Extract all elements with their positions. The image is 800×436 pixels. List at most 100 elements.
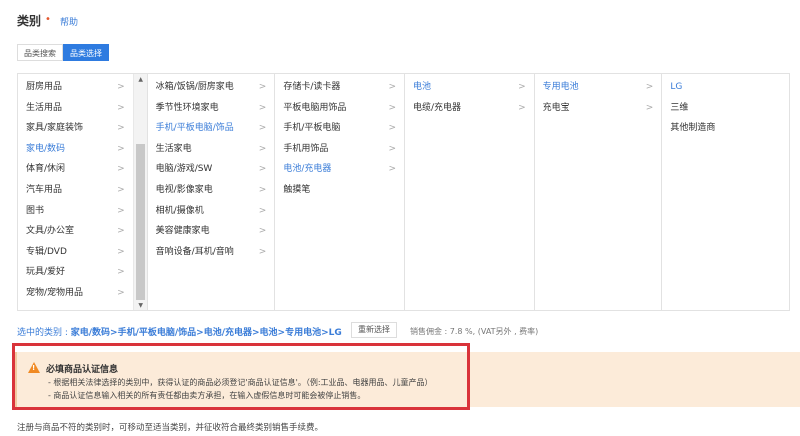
category-item[interactable]: 平板电脑用饰品 > bbox=[275, 101, 404, 122]
category-item[interactable]: 存储卡/读卡器 > bbox=[275, 80, 404, 101]
scrollbar-thumb[interactable] bbox=[135, 144, 145, 300]
chevron-right-icon: > bbox=[645, 102, 654, 113]
category-item-label: 生活家电 bbox=[155, 143, 192, 154]
category-item[interactable]: 季节性环境家电 > bbox=[148, 101, 275, 122]
category-item[interactable]: 手机用饰品 > bbox=[275, 142, 404, 163]
category-item-label: 触摸笔 bbox=[283, 184, 311, 195]
chevron-right-icon: > bbox=[117, 82, 125, 92]
category-item-label: 汽车用品 bbox=[26, 184, 63, 195]
category-item-label: 手机/平板电脑/饰品 bbox=[155, 123, 234, 134]
chevron-right-icon: > bbox=[117, 205, 125, 216]
sales-commission: 销售佣金 : 7.8 %, (VAT另外 , 费率) bbox=[410, 327, 539, 336]
category-item[interactable]: 体育/休闲 > bbox=[18, 162, 147, 183]
category-item[interactable]: 文具/办公室 > bbox=[18, 224, 147, 245]
category-item[interactable]: 手机/平板电脑/饰品 > bbox=[148, 121, 275, 142]
category-item-label: LG bbox=[670, 82, 683, 92]
category-item[interactable]: 相机/摄像机 > bbox=[148, 204, 275, 225]
category-item-label: 季节性环境家电 bbox=[155, 102, 219, 113]
category-item[interactable]: 美容健康家电 > bbox=[148, 224, 275, 245]
category-item[interactable]: 电视/影像家电 > bbox=[148, 183, 275, 204]
category-picker: 厨房用品 > 生活用品 > 家具/家庭装饰 > 家电/数码 > 体育/休闲 > 汽车用品 > 图书 > 文具… bbox=[17, 73, 790, 311]
category-column-1: 厨房用品 > 生活用品 > 家具/家庭装饰 > 家电/数码 > 体育/休闲 > 汽车用品 > 图书 > 文具… bbox=[18, 74, 148, 310]
category-item[interactable]: 生活用品 > bbox=[18, 101, 147, 122]
category-column-4: 电池 > 电缆/充电器 > bbox=[405, 74, 535, 310]
chevron-right-icon: > bbox=[388, 82, 396, 92]
reselect-button[interactable]: 重新选择 bbox=[351, 322, 397, 338]
category-item[interactable]: 充电宝 > bbox=[535, 101, 662, 122]
category-item[interactable]: 厨房用品 > bbox=[18, 80, 147, 101]
category-item-label: 充电宝 bbox=[542, 102, 570, 113]
category-item-label: 家具/家庭装饰 bbox=[26, 123, 84, 134]
chevron-right-icon: > bbox=[388, 102, 396, 113]
category-item-label: 存储卡/读卡器 bbox=[283, 82, 341, 92]
category-item[interactable]: 电缆/充电器 > bbox=[405, 101, 534, 122]
chevron-right-icon: > bbox=[258, 82, 267, 92]
category-item-label: 相机/摄像机 bbox=[155, 205, 204, 216]
category-item[interactable]: 生活家电 > bbox=[148, 142, 275, 163]
chevron-right-icon: > bbox=[117, 184, 125, 195]
help-link[interactable]: 帮助 bbox=[60, 15, 78, 28]
category-item[interactable]: 图书 > bbox=[18, 204, 147, 225]
category-item[interactable]: 专辑/DVD > bbox=[18, 245, 147, 266]
category-item[interactable]: 汽车用品 > bbox=[18, 183, 147, 204]
chevron-right-icon: > bbox=[645, 82, 654, 92]
category-item[interactable]: LG bbox=[662, 80, 789, 101]
category-item-label: 文具/办公室 bbox=[26, 226, 75, 237]
scroll-down-icon[interactable]: ▼ bbox=[134, 302, 148, 309]
category-item[interactable]: 电池/充电器 > bbox=[275, 162, 404, 183]
chevron-right-icon: > bbox=[388, 164, 396, 175]
category-item[interactable]: 家具/家庭装饰 > bbox=[18, 121, 147, 142]
category-tabs: 品类搜索 品类选择 bbox=[17, 44, 109, 61]
scrollbar[interactable]: ▲ ▼ bbox=[132, 74, 148, 310]
category-item-label: 专用电池 bbox=[542, 82, 579, 92]
category-item[interactable]: 电脑/游戏/SW > bbox=[148, 162, 275, 183]
category-item-label: 电缆/充电器 bbox=[412, 102, 462, 113]
chevron-right-icon: > bbox=[258, 164, 267, 175]
category-item-label: 平板电脑用饰品 bbox=[283, 102, 347, 113]
category-item-label: 图书 bbox=[26, 205, 45, 216]
tab-category-select[interactable]: 品类选择 bbox=[63, 44, 109, 61]
category-item[interactable]: 三维 bbox=[662, 101, 789, 122]
category-item-label: 厨房用品 bbox=[26, 82, 63, 92]
category-item[interactable]: 冰箱/饭锅/厨房家电 > bbox=[148, 80, 275, 101]
category-item[interactable]: 家电/数码 > bbox=[18, 142, 147, 163]
chevron-right-icon: > bbox=[117, 143, 125, 154]
category-item-label: 体育/休闲 bbox=[26, 164, 66, 175]
category-item-label: 手机/平板电脑 bbox=[283, 123, 341, 134]
chevron-right-icon: > bbox=[388, 123, 396, 134]
category-item-label: 电池/充电器 bbox=[283, 164, 332, 175]
category-item-label: 宠物/宠物用品 bbox=[26, 287, 84, 298]
chevron-right-icon: > bbox=[518, 102, 526, 113]
scroll-up-icon[interactable]: ▲ bbox=[134, 76, 148, 83]
selected-category: 选中的类别 : 家电/数码>手机/平板电脑/饰品>电池/充电器>电池>专用电池>… bbox=[17, 325, 342, 338]
category-item-label: 玩具/爱好 bbox=[26, 267, 66, 278]
selected-category-path: 家电/数码>手机/平板电脑/饰品>电池/充电器>电池>专用电池>LG bbox=[70, 328, 342, 338]
category-item-label: 美容健康家电 bbox=[155, 226, 210, 237]
chevron-right-icon: > bbox=[258, 102, 267, 113]
chevron-right-icon: > bbox=[258, 226, 267, 237]
chevron-right-icon: > bbox=[117, 102, 125, 113]
chevron-right-icon: > bbox=[117, 267, 125, 278]
category-item[interactable]: 手机/平板电脑 > bbox=[275, 121, 404, 142]
category-column-6: LG 三维 其他制造商 bbox=[662, 74, 789, 310]
category-item[interactable]: 音响设备/耳机/音响 > bbox=[148, 245, 275, 266]
chevron-right-icon: > bbox=[117, 164, 125, 175]
tab-category-search[interactable]: 品类搜索 bbox=[17, 44, 63, 61]
category-item-label: 电脑/游戏/SW bbox=[155, 164, 213, 175]
category-item[interactable]: 电池 > bbox=[405, 80, 534, 101]
category-item-label: 手机用饰品 bbox=[283, 143, 329, 154]
category-item[interactable]: 其他制造商 bbox=[662, 121, 789, 142]
chevron-right-icon: > bbox=[258, 143, 267, 154]
category-item[interactable]: 专用电池 > bbox=[535, 80, 662, 101]
category-item[interactable]: 触摸笔 bbox=[275, 183, 404, 204]
category-item-label: 音响设备/耳机/音响 bbox=[155, 246, 234, 257]
page-title: 类别 bbox=[17, 14, 42, 28]
category-item-label: 其他制造商 bbox=[670, 123, 716, 134]
category-item[interactable]: 宠物/宠物用品 > bbox=[18, 286, 147, 307]
category-item-label: 专辑/DVD bbox=[26, 246, 67, 257]
required-mark: • bbox=[45, 14, 51, 25]
category-item[interactable]: 玩具/爱好 > bbox=[18, 265, 147, 286]
chevron-right-icon: > bbox=[117, 246, 125, 257]
category-item-label: 电池 bbox=[412, 82, 431, 92]
chevron-right-icon: > bbox=[258, 246, 267, 257]
